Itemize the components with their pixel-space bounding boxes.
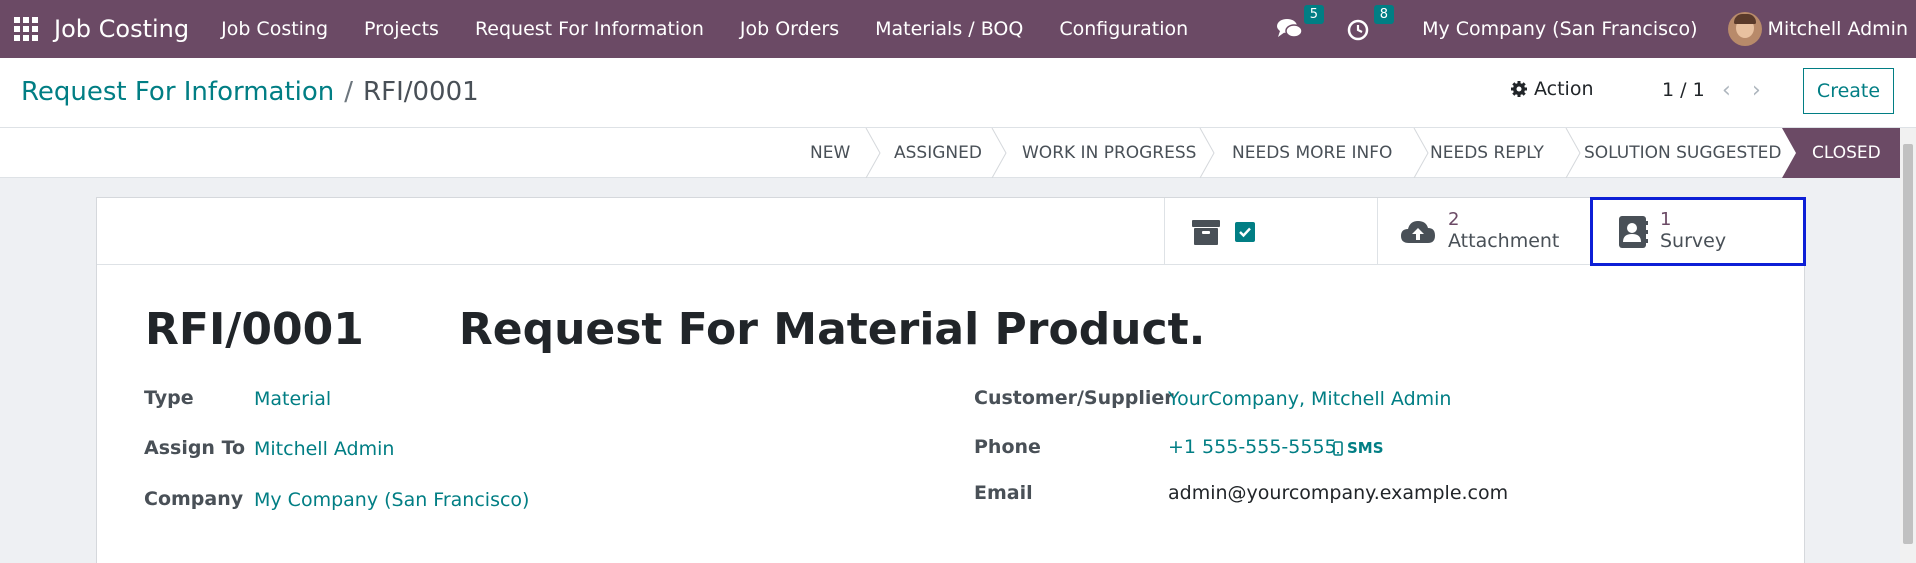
- company-label: Company: [144, 488, 244, 510]
- status-bar: NEW ASSIGNED WORK IN PROGRESS NEEDS MORE…: [0, 128, 1900, 178]
- stage-closed[interactable]: CLOSED: [1812, 128, 1881, 178]
- apps-menu-icon[interactable]: [14, 17, 38, 41]
- breadcrumb-current: RFI/0001: [363, 77, 479, 107]
- customer-supplier-field[interactable]: YourCompany, Mitchell Admin: [1168, 388, 1451, 410]
- control-panel: Request For Information / RFI/0001 Action …: [0, 58, 1916, 128]
- scrollbar-thumb[interactable]: [1903, 144, 1913, 544]
- form-sheet: 2 Attachment 1 Survey RFI/0001 Request F…: [96, 197, 1805, 563]
- company-switcher[interactable]: My Company (San Francisco): [1422, 18, 1697, 40]
- user-avatar[interactable]: [1727, 12, 1762, 46]
- record-subject[interactable]: Request For Material Product.: [459, 304, 1206, 355]
- stage-needs-more-info[interactable]: NEEDS MORE INFO: [1232, 128, 1392, 178]
- menu-job-costing[interactable]: Job Costing: [203, 18, 346, 40]
- messages-count-badge: 5: [1303, 5, 1325, 24]
- vertical-scrollbar[interactable]: [1900, 128, 1916, 563]
- breadcrumb: Request For Information / RFI/0001: [21, 77, 479, 107]
- activities-button[interactable]: 8: [1346, 5, 1395, 43]
- checkbox-checked-icon[interactable]: [1235, 221, 1255, 242]
- clock-icon: [1347, 19, 1369, 41]
- mobile-icon: [1333, 440, 1343, 456]
- assign-to-field[interactable]: Mitchell Admin: [254, 438, 394, 460]
- menu-materials-boq[interactable]: Materials / BOQ: [857, 18, 1041, 40]
- record-reference: RFI/0001: [145, 304, 364, 355]
- app-brand[interactable]: Job Costing: [54, 15, 189, 43]
- menu-job-orders[interactable]: Job Orders: [722, 18, 857, 40]
- gear-icon: [1511, 81, 1527, 97]
- activities-count-badge: 8: [1373, 5, 1395, 24]
- stage-assigned[interactable]: ASSIGNED: [894, 128, 982, 178]
- stage-work-in-progress[interactable]: WORK IN PROGRESS: [1022, 128, 1196, 178]
- phone-label: Phone: [974, 436, 1041, 458]
- customer-supplier-label: Customer/Supplier: [974, 387, 1174, 409]
- stage-new[interactable]: NEW: [810, 128, 850, 178]
- breadcrumb-parent-link[interactable]: Request For Information: [21, 77, 334, 107]
- stage-solution-suggested[interactable]: SOLUTION SUGGESTED: [1584, 128, 1781, 178]
- sms-label: SMS: [1347, 439, 1384, 457]
- pager-previous-icon[interactable]: ‹: [1722, 78, 1731, 103]
- menu-configuration[interactable]: Configuration: [1041, 18, 1206, 40]
- sms-button[interactable]: SMS: [1333, 439, 1384, 457]
- email-field[interactable]: admin@yourcompany.example.com: [1168, 482, 1508, 504]
- survey-button-highlight: [1590, 197, 1806, 266]
- chat-icon: [1277, 19, 1303, 38]
- menu-projects[interactable]: Projects: [346, 18, 457, 40]
- email-label: Email: [974, 482, 1033, 504]
- messages-button[interactable]: 5: [1276, 5, 1325, 43]
- smart-button-box: 2 Attachment 1 Survey: [97, 198, 1804, 265]
- stage-needs-reply[interactable]: NEEDS REPLY: [1430, 128, 1544, 178]
- archive-icon: [1192, 219, 1220, 245]
- create-button[interactable]: Create: [1803, 68, 1894, 114]
- archive-toggle-button[interactable]: [1164, 198, 1377, 265]
- record-title: RFI/0001 Request For Material Product.: [145, 304, 1205, 355]
- action-menu-button[interactable]: Action: [1510, 78, 1594, 100]
- attachment-label: Attachment: [1448, 229, 1560, 252]
- cloud-upload-icon: [1401, 220, 1435, 243]
- phone-field[interactable]: +1 555-555-5555: [1168, 436, 1337, 458]
- menu-request-for-information[interactable]: Request For Information: [457, 18, 722, 40]
- breadcrumb-separator: /: [344, 77, 354, 107]
- pager-value[interactable]: 1 / 1: [1662, 79, 1705, 101]
- action-label: Action: [1534, 78, 1594, 100]
- top-navbar: Job Costing Job Costing Projects Request…: [0, 0, 1916, 58]
- attachment-count: 2: [1448, 209, 1460, 231]
- attachment-smart-button[interactable]: 2 Attachment: [1377, 198, 1591, 265]
- assign-to-label: Assign To: [144, 437, 246, 459]
- company-field[interactable]: My Company (San Francisco): [254, 489, 529, 511]
- type-label: Type: [144, 387, 194, 409]
- pager-next-icon[interactable]: ›: [1752, 78, 1761, 103]
- user-menu[interactable]: Mitchell Admin: [1768, 18, 1908, 40]
- type-field[interactable]: Material: [254, 388, 331, 410]
